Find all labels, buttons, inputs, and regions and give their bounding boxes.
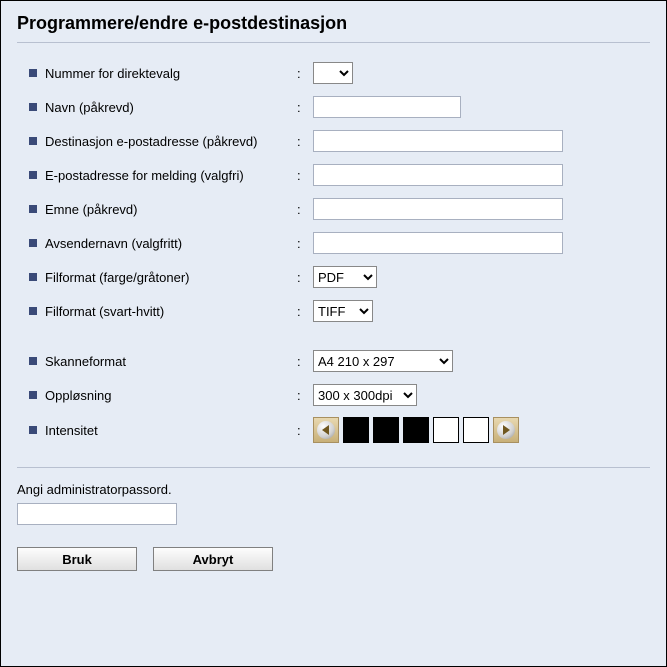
row-subject: Emne (påkrevd) : [29, 197, 650, 221]
colon: : [297, 202, 307, 217]
divider-bottom [17, 467, 650, 468]
colon: : [297, 304, 307, 319]
password-label: Angi administratorpassord. [17, 482, 650, 497]
select-file-color[interactable]: PDF [313, 266, 377, 288]
intensity-swatch-3[interactable] [403, 417, 429, 443]
input-subject[interactable] [313, 198, 563, 220]
input-sender[interactable] [313, 232, 563, 254]
label-sender: Avsendernavn (valgfritt) [45, 236, 182, 251]
apply-button[interactable]: Bruk [17, 547, 137, 571]
input-notify-email[interactable] [313, 164, 563, 186]
row-name: Navn (påkrevd) : [29, 95, 650, 119]
colon: : [297, 270, 307, 285]
colon: : [297, 100, 307, 115]
colon: : [297, 354, 307, 369]
bullet-icon [29, 273, 37, 281]
label-file-color: Filformat (farge/gråtoner) [45, 270, 190, 285]
intensity-decrease-button[interactable] [313, 417, 339, 443]
bullet-icon [29, 205, 37, 213]
colon: : [297, 168, 307, 183]
label-file-bw: Filformat (svart-hvitt) [45, 304, 164, 319]
label-intensity: Intensitet [45, 423, 98, 438]
password-input[interactable] [17, 503, 177, 525]
intensity-swatch-2[interactable] [373, 417, 399, 443]
row-intensity: Intensitet : [29, 417, 650, 443]
select-file-bw[interactable]: TIFF [313, 300, 373, 322]
page-title: Programmere/endre e-postdestinasjon [17, 9, 650, 42]
label-name: Navn (påkrevd) [45, 100, 134, 115]
label-scan-format: Skanneformat [45, 354, 126, 369]
row-resolution: Oppløsning : 300 x 300dpi [29, 383, 650, 407]
select-resolution[interactable]: 300 x 300dpi [313, 384, 417, 406]
intensity-swatch-1[interactable] [343, 417, 369, 443]
select-number[interactable] [313, 62, 353, 84]
input-dest-email[interactable] [313, 130, 563, 152]
row-dest-email: Destinasjon e-postadresse (påkrevd) : [29, 129, 650, 153]
label-resolution: Oppløsning [45, 388, 111, 403]
bullet-icon [29, 69, 37, 77]
bullet-icon [29, 426, 37, 434]
row-number: Nummer for direktevalg : [29, 61, 650, 85]
colon: : [297, 388, 307, 403]
row-file-bw: Filformat (svart-hvitt) : TIFF [29, 299, 650, 323]
colon: : [297, 66, 307, 81]
bullet-icon [29, 171, 37, 179]
colon: : [297, 236, 307, 251]
cancel-button[interactable]: Avbryt [153, 547, 273, 571]
bullet-icon [29, 137, 37, 145]
bullet-icon [29, 391, 37, 399]
select-scan-format[interactable]: A4 210 x 297 [313, 350, 453, 372]
row-file-color: Filformat (farge/gråtoner) : PDF [29, 265, 650, 289]
arrow-right-icon [503, 425, 510, 435]
label-notify-email: E-postadresse for melding (valgfri) [45, 168, 244, 183]
label-subject: Emne (påkrevd) [45, 202, 137, 217]
divider-top [17, 42, 650, 43]
label-number: Nummer for direktevalg [45, 66, 180, 81]
row-notify-email: E-postadresse for melding (valgfri) : [29, 163, 650, 187]
row-scan-format: Skanneformat : A4 210 x 297 [29, 349, 650, 373]
bullet-icon [29, 239, 37, 247]
intensity-control [313, 417, 650, 443]
input-name[interactable] [313, 96, 461, 118]
arrow-left-icon [322, 425, 329, 435]
bullet-icon [29, 357, 37, 365]
bullet-icon [29, 103, 37, 111]
colon: : [297, 423, 307, 438]
intensity-increase-button[interactable] [493, 417, 519, 443]
intensity-swatch-4[interactable] [433, 417, 459, 443]
bullet-icon [29, 307, 37, 315]
intensity-swatch-5[interactable] [463, 417, 489, 443]
label-dest-email: Destinasjon e-postadresse (påkrevd) [45, 134, 257, 149]
row-sender: Avsendernavn (valgfritt) : [29, 231, 650, 255]
colon: : [297, 134, 307, 149]
